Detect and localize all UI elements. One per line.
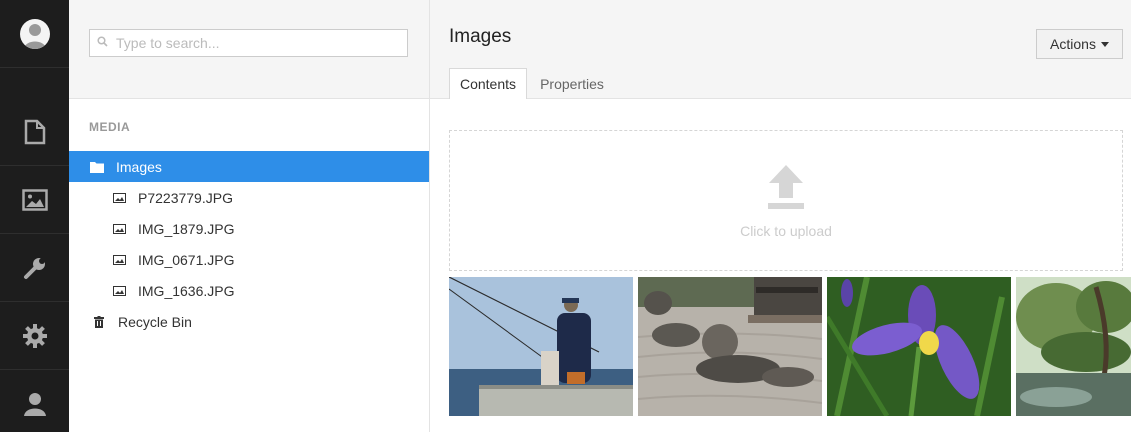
image-file-icon	[112, 222, 126, 236]
image-file-icon	[112, 284, 126, 298]
tree-node-label: P7223779.JPG	[138, 189, 233, 206]
nav-content-button[interactable]	[0, 98, 69, 166]
tree-node-label: IMG_1879.JPG	[138, 220, 235, 237]
image-file-icon	[112, 191, 126, 205]
app-nav-rail	[0, 0, 69, 432]
nav-developer-button[interactable]	[0, 234, 69, 302]
media-thumbnail-iris-flower[interactable]	[827, 277, 1011, 416]
search-input[interactable]	[114, 34, 388, 52]
upload-arrow-icon	[768, 165, 804, 214]
media-thumbnail-zen-garden[interactable]	[638, 277, 822, 416]
image-file-icon	[112, 253, 126, 267]
tree-header	[69, 0, 429, 99]
user-avatar-button[interactable]	[0, 0, 69, 68]
nav-settings-button[interactable]	[0, 302, 69, 370]
nav-members-button[interactable]	[0, 370, 69, 437]
folder-icon	[90, 160, 104, 174]
search-box[interactable]	[89, 29, 408, 57]
tree-node-label: Images	[116, 158, 162, 175]
gear-icon	[22, 323, 48, 349]
tab-contents[interactable]: Contents	[449, 68, 527, 99]
trash-icon	[92, 315, 106, 329]
media-tree-panel: MEDIA Images P7223779.JPG IMG_1879.JPG I…	[69, 0, 430, 432]
page-title: Images	[449, 26, 512, 47]
media-thumbnail-garden-pond[interactable]	[1016, 277, 1131, 416]
caret-down-icon	[1100, 41, 1109, 47]
actions-label: Actions	[1050, 36, 1096, 52]
media-thumbnail-fisherman[interactable]	[449, 277, 633, 416]
nav-media-button[interactable]	[0, 166, 69, 234]
tree-node-image[interactable]: IMG_1879.JPG	[69, 213, 429, 244]
media-image-icon	[21, 188, 48, 211]
tree-node-image[interactable]: IMG_0671.JPG	[69, 244, 429, 275]
media-editor: Images Actions Contents Properties Click…	[430, 0, 1131, 432]
tree-node-recycle-bin[interactable]: Recycle Bin	[69, 306, 429, 337]
tree-node-label: Recycle Bin	[118, 313, 192, 330]
tree-node-image[interactable]: P7223779.JPG	[69, 182, 429, 213]
search-icon	[90, 34, 108, 52]
tab-properties[interactable]: Properties	[530, 68, 614, 99]
actions-dropdown-button[interactable]: Actions	[1036, 29, 1123, 59]
tree-node-images-folder[interactable]: Images	[69, 151, 429, 182]
tree-node-image[interactable]: IMG_1636.JPG	[69, 275, 429, 306]
tree-node-label: IMG_1636.JPG	[138, 282, 235, 299]
upload-label: Click to upload	[740, 223, 832, 239]
content-document-icon	[24, 119, 46, 145]
upload-dropzone[interactable]: Click to upload	[449, 130, 1123, 271]
user-avatar-icon	[19, 18, 50, 49]
user-icon	[23, 391, 47, 417]
section-label-media: MEDIA	[89, 120, 131, 134]
tree-node-label: IMG_0671.JPG	[138, 251, 235, 268]
wrench-icon	[23, 256, 47, 280]
editor-header: Images Actions Contents Properties	[430, 0, 1131, 99]
